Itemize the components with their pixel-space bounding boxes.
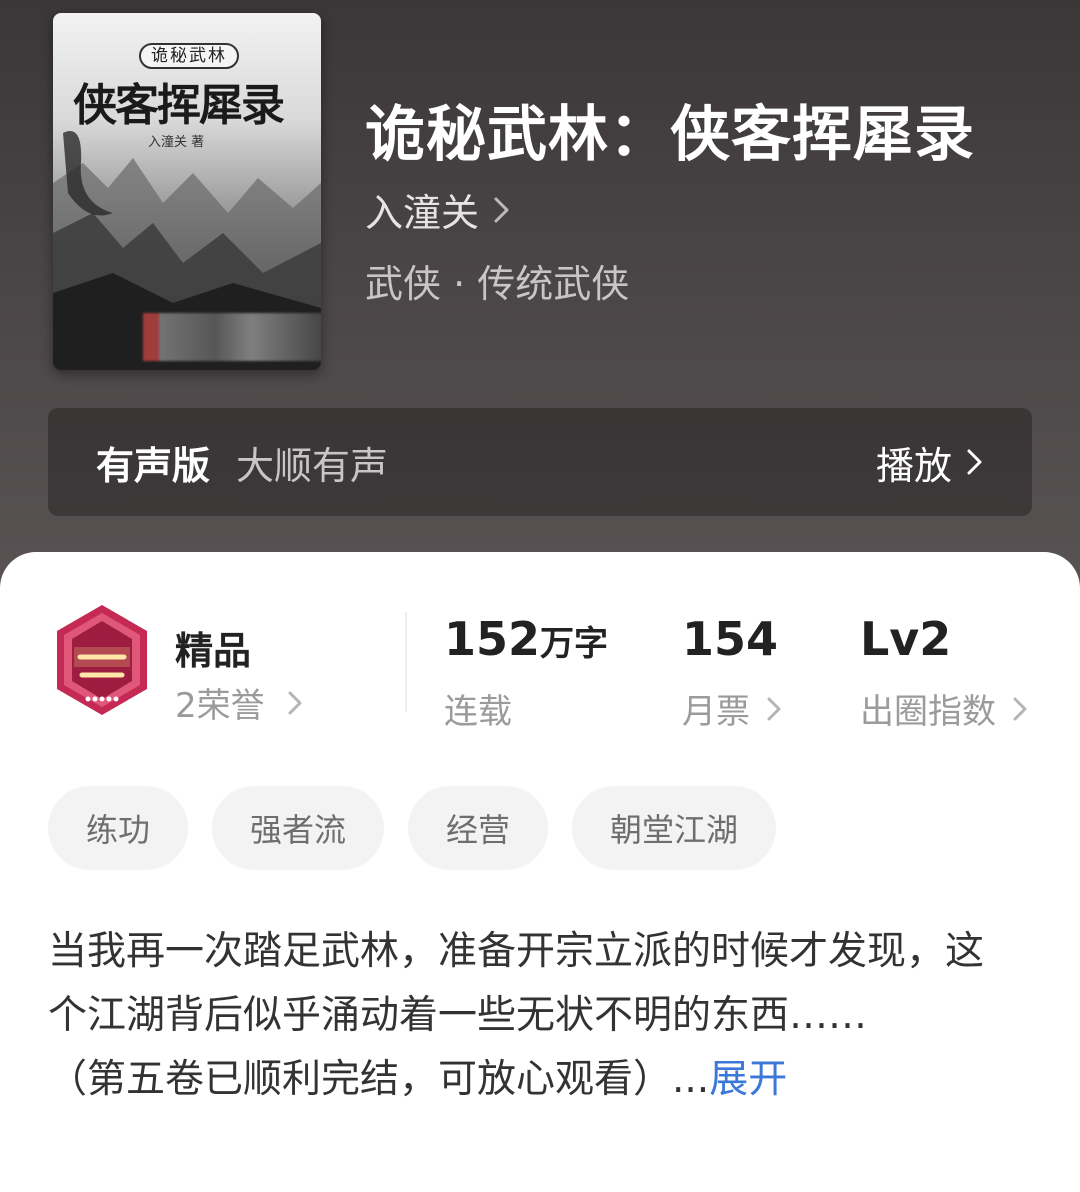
chevron-right-icon [494, 197, 509, 222]
description-note-line: （第五卷已顺利完结，可放心观看）...展开 [48, 1048, 1018, 1112]
serial-status: 连载 [444, 692, 512, 732]
book-cover[interactable]: 诡秘武林 侠客挥犀录 入潼关 著 [53, 13, 321, 370]
stats-divider [405, 612, 407, 712]
author-name: 入潼关 [365, 191, 480, 235]
expand-button[interactable]: 展开 [709, 1057, 787, 1102]
author-link[interactable]: 入潼关 [365, 182, 511, 237]
level-value: Lv2 [860, 612, 952, 666]
word-count-unit: 万字 [540, 624, 609, 664]
cover-series-text: 诡秘武林 [139, 43, 239, 69]
genre-text: 武侠 · 传统武侠 [365, 262, 630, 306]
premium-channel-badge-icon[interactable] [52, 603, 152, 723]
audio-narrator: 大顺有声 [236, 443, 389, 488]
honors-link[interactable]: 2荣誉 [175, 678, 303, 727]
tag-chip[interactable]: 练功 [48, 786, 189, 870]
audio-version-label: 有声版 [96, 443, 211, 488]
honors-count: 2荣誉 [175, 686, 265, 726]
chevron-right-icon [288, 691, 302, 714]
book-description: 当我再一次踏足武林，准备开宗立派的时候才发现，这个江湖背后似乎涌动着一些无状不明… [48, 920, 1018, 1112]
tag-chip[interactable]: 经营 [408, 786, 549, 870]
monthly-votes-label: 月票 [682, 692, 750, 732]
cover-title-text: 侠客挥犀录 [73, 80, 285, 131]
quality-label: 精品 [175, 629, 252, 673]
tag-list: 练功 强者流 经营 朝堂江湖 [48, 786, 777, 870]
chevron-right-icon [767, 697, 781, 720]
chevron-right-icon [1013, 697, 1027, 720]
word-count-value: 152 [444, 612, 541, 666]
popularity-index-stat[interactable]: Lv2 出圈指数 [860, 612, 1028, 733]
monthly-votes-stat[interactable]: 154 月票 [682, 612, 782, 733]
description-note: （第五卷已顺利完结，可放心观看）... [48, 1057, 710, 1102]
tag-chip[interactable]: 强者流 [212, 786, 385, 870]
tag-chip[interactable]: 朝堂江湖 [572, 786, 777, 870]
cover-blurred-region [143, 313, 321, 361]
audio-version-bar[interactable]: 有声版 大顺有声 播放 [48, 408, 1032, 516]
cover-author-text: 入潼关 著 [148, 135, 205, 150]
play-button[interactable]: 播放 [876, 435, 984, 490]
play-label: 播放 [875, 443, 952, 488]
monthly-votes-value: 154 [682, 612, 779, 666]
description-main: 当我再一次踏足武林，准备开宗立派的时候才发现，这个江湖背后似乎涌动着一些无状不明… [48, 929, 985, 1038]
chevron-right-icon [967, 449, 982, 475]
popularity-index-label: 出圈指数 [860, 692, 996, 732]
word-count-stat: 152万字 连载 [444, 612, 608, 733]
book-title: 诡秘武林：侠客挥犀录 [365, 100, 975, 170]
